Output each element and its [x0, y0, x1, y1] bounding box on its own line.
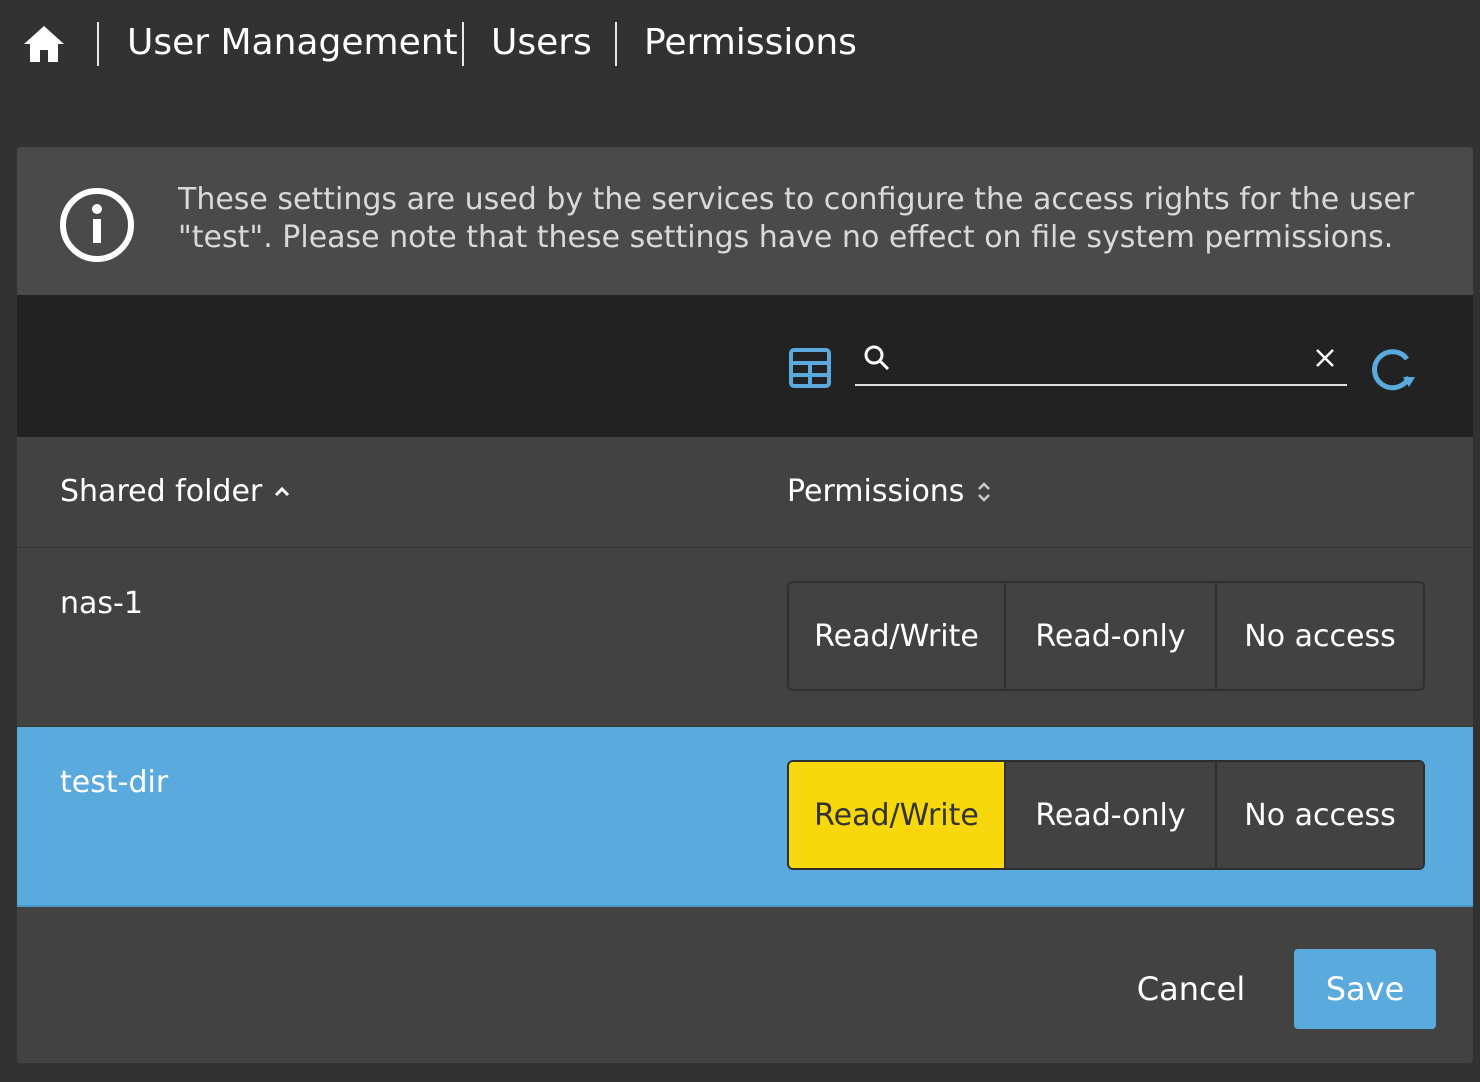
home-icon — [24, 26, 64, 62]
column-header-shared-folder[interactable]: Shared folder — [60, 437, 292, 547]
shared-folder-name: nas-1 — [60, 586, 143, 621]
breadcrumb-users[interactable]: Users — [491, 20, 592, 66]
search-field[interactable] — [855, 340, 1347, 386]
cancel-button[interactable]: Cancel — [1117, 949, 1265, 1029]
close-icon[interactable] — [1313, 346, 1337, 370]
table-header: Shared folder Permissions — [17, 437, 1473, 548]
home-button[interactable] — [20, 22, 68, 66]
table-row-selected[interactable]: test-dir Read/Write Read-only No access — [17, 727, 1473, 907]
table-row[interactable]: nas-1 Read/Write Read-only No access — [17, 548, 1473, 727]
table-grid-icon[interactable] — [789, 348, 831, 388]
sort-unsorted-icon — [978, 482, 991, 502]
sort-ascending-icon — [275, 486, 290, 497]
shared-folder-name: test-dir — [60, 765, 169, 800]
breadcrumb-separator — [462, 22, 464, 66]
permission-read-write-button[interactable]: Read/Write — [789, 762, 1006, 868]
breadcrumb-separator — [97, 22, 99, 66]
permission-read-only-button[interactable]: Read-only — [1006, 762, 1217, 868]
permission-no-access-button[interactable]: No access — [1217, 583, 1423, 689]
search-icon — [864, 345, 890, 371]
refresh-icon[interactable] — [1367, 347, 1419, 393]
breadcrumb-permissions: Permissions — [644, 22, 857, 63]
permissions-panel: These settings are used by the services … — [17, 147, 1473, 1063]
breadcrumb: User Management Users Permissions — [0, 0, 1480, 88]
column-header-permissions[interactable]: Permissions — [787, 437, 994, 547]
dialog-footer: Cancel Save — [17, 907, 1473, 1063]
breadcrumb-separator — [615, 22, 617, 66]
info-circle-icon — [60, 188, 134, 262]
permission-read-write-button[interactable]: Read/Write — [789, 583, 1006, 689]
table-toolbar — [17, 295, 1473, 437]
column-label: Shared folder — [60, 474, 263, 509]
permission-no-access-button[interactable]: No access — [1217, 762, 1423, 868]
permission-toggle-group: Read/Write Read-only No access — [787, 760, 1425, 870]
search-input[interactable] — [901, 342, 1305, 378]
column-label: Permissions — [787, 474, 965, 509]
permission-toggle-group: Read/Write Read-only No access — [787, 581, 1425, 691]
info-banner: These settings are used by the services … — [17, 147, 1473, 295]
breadcrumb-user-management[interactable]: User Management — [127, 20, 458, 66]
save-button[interactable]: Save — [1294, 949, 1436, 1029]
permission-read-only-button[interactable]: Read-only — [1006, 583, 1217, 689]
info-text: These settings are used by the services … — [178, 182, 1415, 255]
